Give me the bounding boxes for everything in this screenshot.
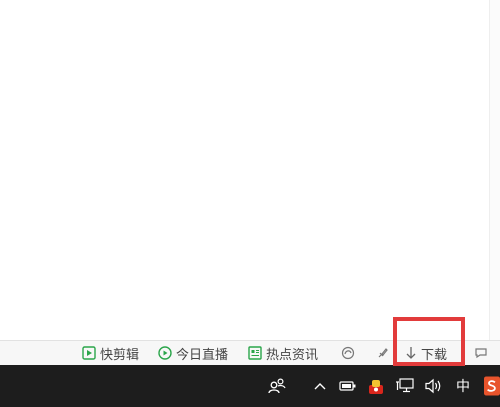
download-button[interactable]: 下载 xyxy=(405,341,447,365)
video-edit-icon xyxy=(82,346,96,360)
status-item-news[interactable]: 热点资讯 xyxy=(248,341,318,365)
refresh-swirl-button[interactable] xyxy=(341,341,355,365)
page-scroll-gutter[interactable] xyxy=(489,0,500,340)
network-icon[interactable] xyxy=(394,365,416,407)
volume-icon[interactable] xyxy=(423,365,445,407)
status-item-label: 快剪辑 xyxy=(100,347,140,363)
status-item-live[interactable]: 今日直播 xyxy=(158,341,228,365)
windows-taskbar: 中 xyxy=(0,365,500,407)
screen: 快剪辑 今日直播 热点资讯 下载 中 xyxy=(0,0,500,407)
show-hidden-icons-chevron-icon[interactable] xyxy=(310,365,330,407)
feedback-button[interactable] xyxy=(474,341,488,365)
live-play-icon xyxy=(158,346,172,360)
people-icon[interactable] xyxy=(266,365,288,407)
rocket-icon xyxy=(376,346,390,360)
download-label: 下载 xyxy=(421,347,448,363)
status-item-label: 今日直播 xyxy=(176,347,229,363)
security-guard-icon[interactable] xyxy=(366,365,386,407)
news-icon xyxy=(248,346,262,360)
chat-bubble-icon xyxy=(474,346,488,360)
sogou-input-icon[interactable] xyxy=(484,365,500,407)
browser-status-bar: 快剪辑 今日直播 热点资讯 下载 xyxy=(0,340,500,365)
status-item-kuaijianji[interactable]: 快剪辑 xyxy=(82,341,139,365)
browser-page-content xyxy=(0,0,490,340)
download-arrow-icon xyxy=(405,346,417,360)
speedup-button[interactable] xyxy=(376,341,390,365)
battery-icon[interactable] xyxy=(338,365,358,407)
status-item-label: 热点资讯 xyxy=(266,347,319,363)
input-method-indicator[interactable]: 中 xyxy=(456,365,470,407)
swirl-icon xyxy=(341,346,355,360)
